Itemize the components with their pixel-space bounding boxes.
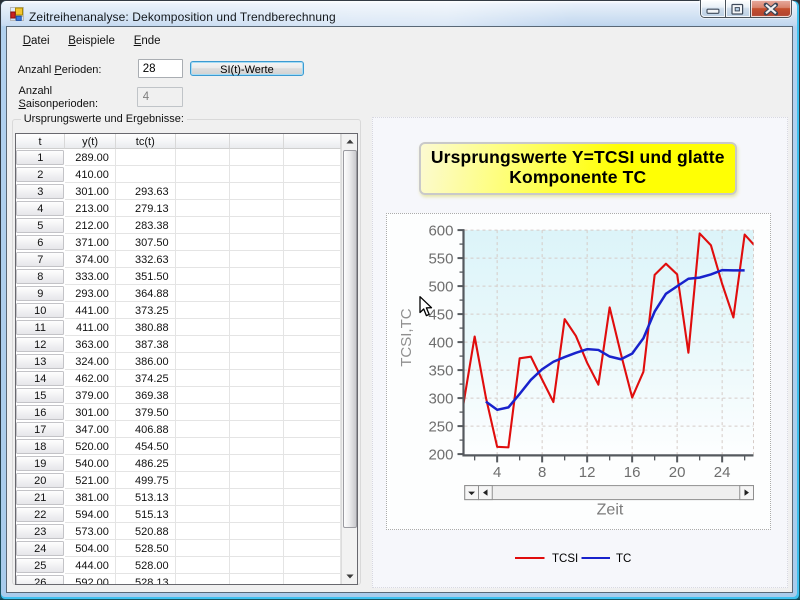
svg-text:TCSI: TCSI — [552, 553, 578, 565]
svg-text:12: 12 — [579, 464, 596, 481]
svg-text:4: 4 — [493, 464, 501, 481]
svg-text:8: 8 — [538, 464, 546, 481]
svg-text:300: 300 — [428, 391, 453, 408]
svg-text:550: 550 — [428, 251, 453, 268]
svg-text:16: 16 — [624, 464, 641, 481]
svg-text:350: 350 — [428, 363, 453, 380]
svg-text:400: 400 — [428, 335, 453, 352]
svg-text:TCSI,TC: TCSI,TC — [398, 309, 415, 367]
svg-text:Zeit: Zeit — [597, 502, 624, 519]
svg-text:200: 200 — [428, 447, 453, 464]
svg-text:20: 20 — [669, 464, 686, 481]
svg-text:250: 250 — [428, 419, 453, 436]
svg-text:TC: TC — [616, 553, 631, 565]
svg-text:600: 600 — [428, 223, 453, 240]
svg-text:500: 500 — [428, 279, 453, 296]
svg-text:24: 24 — [714, 464, 731, 481]
